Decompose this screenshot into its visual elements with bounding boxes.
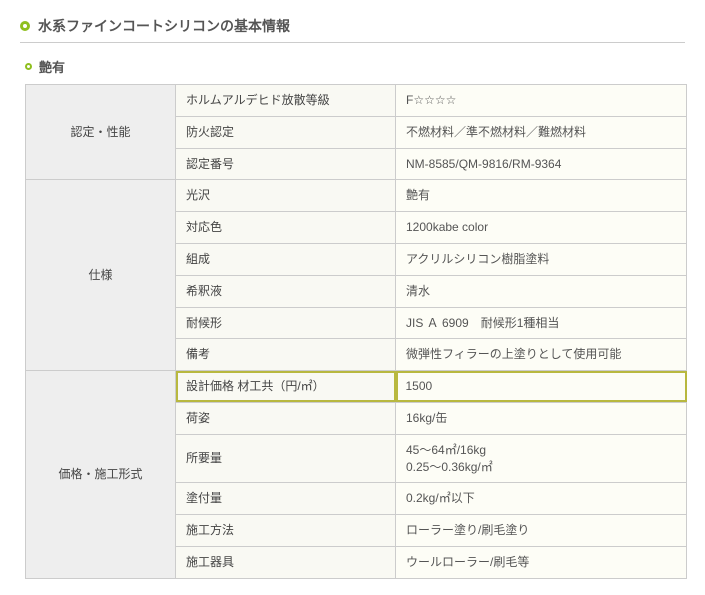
table-row: 仕様光沢艶有 — [26, 180, 687, 212]
value-cell: 1500 — [396, 371, 687, 403]
value-cell: 不燃材料／準不燃材料／難燃材料 — [396, 116, 687, 148]
label-cell: 塗付量 — [176, 483, 396, 515]
subsection-title-text: 艶有 — [39, 57, 65, 76]
value-cell: 0.2kg/㎡以下 — [396, 483, 687, 515]
label-cell: 希釈液 — [176, 275, 396, 307]
value-cell: JIS Ａ 6909 耐候形1種相当 — [396, 307, 687, 339]
subsection-title: 艶有 — [20, 57, 685, 76]
label-cell: ホルムアルデヒド放散等級 — [176, 85, 396, 117]
value-cell: 1200kabe color — [396, 212, 687, 244]
label-cell: 対応色 — [176, 212, 396, 244]
bullet-icon — [20, 21, 30, 31]
label-cell: 荷姿 — [176, 402, 396, 434]
value-cell: 16kg/缶 — [396, 402, 687, 434]
category-cell: 価格・施工形式 — [26, 371, 176, 579]
label-cell: 施工方法 — [176, 515, 396, 547]
value-cell: ローラー塗り/刷毛塗り — [396, 515, 687, 547]
section-title: 水系ファインコートシリコンの基本情報 — [20, 16, 685, 43]
label-cell: 所要量 — [176, 434, 396, 483]
value-cell: 清水 — [396, 275, 687, 307]
category-cell: 認定・性能 — [26, 85, 176, 180]
spec-table: 認定・性能ホルムアルデヒド放散等級F☆☆☆☆防火認定不燃材料／準不燃材料／難燃材… — [25, 84, 687, 579]
bullet-icon — [25, 63, 32, 70]
label-cell: 光沢 — [176, 180, 396, 212]
section-title-text: 水系ファインコートシリコンの基本情報 — [38, 16, 290, 36]
label-cell: 備考 — [176, 339, 396, 371]
value-cell: アクリルシリコン樹脂塗料 — [396, 243, 687, 275]
value-cell: ウールローラー/刷毛等 — [396, 546, 687, 578]
value-cell: 微弾性フィラーの上塗りとして使用可能 — [396, 339, 687, 371]
label-cell: 耐候形 — [176, 307, 396, 339]
table-row: 認定・性能ホルムアルデヒド放散等級F☆☆☆☆ — [26, 85, 687, 117]
value-cell: 艶有 — [396, 180, 687, 212]
value-cell: NM-8585/QM-9816/RM-9364 — [396, 148, 687, 180]
category-cell: 仕様 — [26, 180, 176, 371]
label-cell: 組成 — [176, 243, 396, 275]
label-cell: 設計価格 材工共（円/㎡） — [176, 371, 396, 403]
label-cell: 施工器具 — [176, 546, 396, 578]
label-cell: 防火認定 — [176, 116, 396, 148]
value-cell: 45～64㎡/16kg0.25～0.36kg/㎡ — [396, 434, 687, 483]
value-cell: F☆☆☆☆ — [396, 85, 687, 117]
table-row: 価格・施工形式設計価格 材工共（円/㎡）1500 — [26, 371, 687, 403]
label-cell: 認定番号 — [176, 148, 396, 180]
